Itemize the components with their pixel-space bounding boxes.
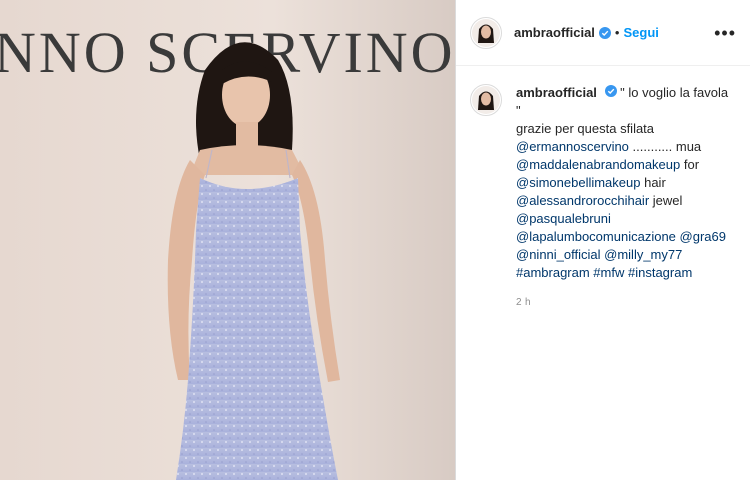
mention-link[interactable]: @ninni_official xyxy=(516,247,601,262)
header-username[interactable]: ambraofficial xyxy=(514,25,595,40)
mention-link[interactable]: @lapalumbocomunicazione xyxy=(516,229,676,244)
post-timestamp[interactable]: 2 h xyxy=(516,294,736,312)
post-photo: NNO SCERVINO xyxy=(0,0,455,480)
mention-link[interactable]: @milly_my77 xyxy=(604,247,682,262)
mention-link[interactable]: @alessandrorocchihair xyxy=(516,193,649,208)
avatar-icon xyxy=(472,18,500,47)
hashtag-links[interactable]: #ambragram #mfw #instagram xyxy=(516,264,736,282)
verified-badge-icon xyxy=(604,85,617,97)
caption-username[interactable]: ambraofficial xyxy=(516,85,597,100)
mention-link[interactable]: @gra69 xyxy=(680,229,726,244)
caption-text-fragment: ........... mua xyxy=(628,139,702,154)
mention-link[interactable]: @maddalenabrandomakeup xyxy=(516,157,680,172)
avatar[interactable] xyxy=(470,16,502,49)
caption-text-fragment: for xyxy=(680,157,700,172)
follow-button[interactable]: Segui xyxy=(623,25,658,40)
mention-link[interactable]: @ermannoscervino xyxy=(516,139,629,154)
runway-photo: NNO SCERVINO xyxy=(0,0,455,480)
avatar-icon xyxy=(472,86,500,114)
caption-text: ambraofficial " lo voglio la favola " gr… xyxy=(516,84,736,312)
header-separator: • xyxy=(614,25,620,40)
caption-text-fragment: jewel xyxy=(649,193,683,208)
caption-avatar[interactable] xyxy=(470,84,502,116)
mention-link[interactable]: @simonebellimakeup xyxy=(516,175,640,190)
mention-link[interactable]: @pasqualebruni xyxy=(516,211,611,226)
more-options-icon[interactable]: ••• xyxy=(714,24,736,42)
caption-text-fragment: hair xyxy=(640,175,666,190)
verified-badge-icon xyxy=(598,26,611,39)
caption-line: grazie per questa sfilata xyxy=(516,121,655,136)
post-header: ambraofficial • Segui ••• xyxy=(456,0,750,66)
post-side-panel: ambraofficial • Segui ••• ambraofficial … xyxy=(455,0,750,480)
caption-comment: ambraofficial " lo voglio la favola " gr… xyxy=(456,66,750,312)
